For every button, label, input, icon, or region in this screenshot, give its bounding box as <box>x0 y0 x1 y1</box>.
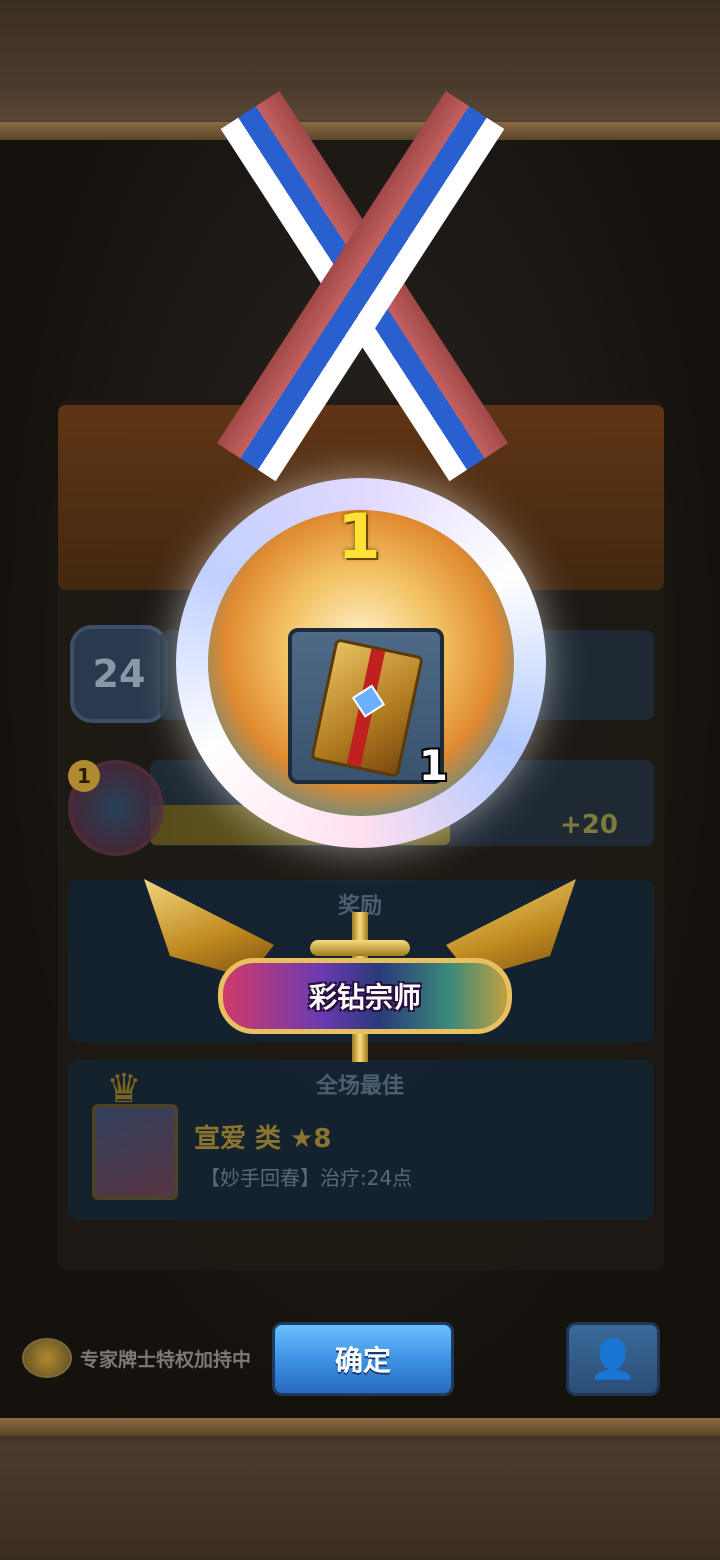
privilege-text: 专家牌士特权加持中 <box>80 1348 252 1371</box>
add-friend-button[interactable]: 👤 <box>566 1322 660 1396</box>
unit-level-badge: 1 <box>68 760 100 792</box>
bottom-frame <box>0 1418 720 1560</box>
hero-portrait <box>92 1104 178 1200</box>
exp-gain-text: +20 <box>560 810 618 840</box>
card-pack-icon <box>310 637 424 779</box>
medal-rank: 1 <box>337 500 381 573</box>
reward-item-count: 1 <box>418 741 448 790</box>
expert-badge-icon <box>22 1338 72 1378</box>
hero-skill: 【妙手回春】治疗:24点 <box>200 1166 413 1190</box>
rank-title: 彩钻宗师 <box>308 981 421 1014</box>
reward-item-card[interactable]: 1 <box>288 628 448 790</box>
add-friend-icon: 👤 <box>589 1336 637 1381</box>
top-frame <box>0 0 720 140</box>
privilege-indicator: 专家牌士特权加持中 <box>22 1338 251 1378</box>
hero-name: 宣爱 类 ★8 <box>194 1124 332 1154</box>
player-level-badge: 24 <box>70 625 168 723</box>
sword-guard-icon <box>310 940 410 956</box>
confirm-button[interactable]: 确定 <box>272 1322 454 1396</box>
rank-title-banner: 彩钻宗师 <box>218 958 512 1034</box>
